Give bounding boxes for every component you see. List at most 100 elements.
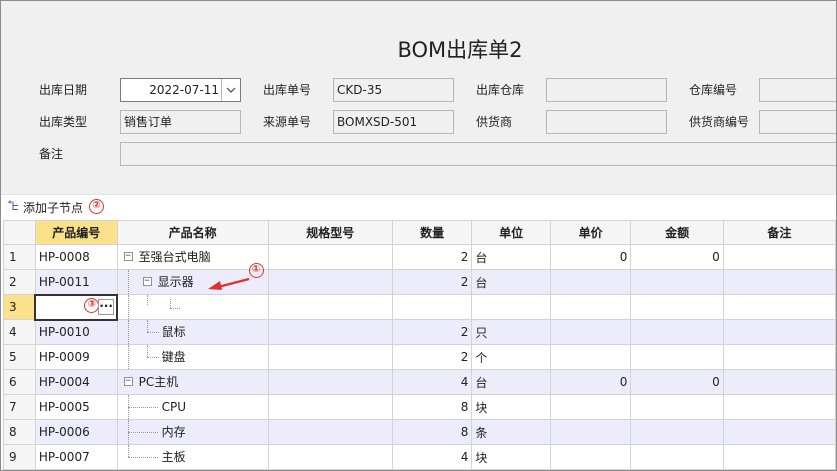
- cell-remark[interactable]: [722, 394, 836, 420]
- column-header-name[interactable]: 产品名称: [116, 220, 269, 245]
- supplier-field[interactable]: [546, 110, 667, 134]
- cell-price[interactable]: [549, 419, 632, 445]
- cell-spec[interactable]: [267, 244, 393, 270]
- table-row[interactable]: 2 HP-0011 − 显示器 ① 2 台: [3, 263, 836, 295]
- column-header-unit[interactable]: 单位: [471, 220, 551, 245]
- cell-remark[interactable]: [722, 444, 836, 470]
- cell-code[interactable]: HP-0007: [34, 444, 118, 470]
- cell-name[interactable]: − PC主机: [116, 369, 269, 395]
- table-row[interactable]: 8 HP-0006 内存 8 条: [3, 419, 836, 445]
- lookup-ellipsis-button[interactable]: ···: [98, 298, 115, 315]
- cell-amount[interactable]: 0: [630, 244, 724, 270]
- cell-name[interactable]: − 显示器: [116, 269, 269, 295]
- row-number[interactable]: 2: [3, 269, 36, 295]
- cell-name[interactable]: 主板: [116, 444, 269, 470]
- add-child-node-button[interactable]: 添加子节点: [7, 199, 83, 215]
- source-no-field[interactable]: BOMXSD-501: [333, 110, 454, 134]
- cell-unit[interactable]: 块: [471, 394, 551, 420]
- cell-code[interactable]: HP-0006: [34, 419, 118, 445]
- cell-price[interactable]: 0: [549, 369, 632, 395]
- cell-name[interactable]: CPU: [116, 394, 269, 420]
- chevron-down-icon[interactable]: [221, 79, 240, 101]
- warehouse-no-field[interactable]: [759, 78, 836, 102]
- cell-price[interactable]: [549, 344, 632, 370]
- row-number[interactable]: 8: [3, 419, 36, 445]
- row-number[interactable]: 6: [3, 369, 36, 395]
- cell-qty[interactable]: 2: [391, 319, 473, 345]
- cell-spec[interactable]: [267, 369, 393, 395]
- column-header-price[interactable]: 单价: [549, 220, 632, 245]
- cell-qty[interactable]: 2: [391, 269, 473, 295]
- row-number[interactable]: 7: [3, 394, 36, 420]
- cell-name[interactable]: − 至强台式电脑: [116, 244, 269, 270]
- column-header-qty[interactable]: 数量: [391, 220, 473, 245]
- cell-qty[interactable]: 4: [391, 369, 473, 395]
- cell-price[interactable]: [549, 444, 632, 470]
- column-header-amount[interactable]: 金额: [630, 220, 724, 245]
- row-number[interactable]: 9: [3, 444, 36, 470]
- table-row[interactable]: 6 HP-0004 − PC主机 4 台 0 0: [3, 369, 836, 395]
- cell-remark[interactable]: [722, 269, 836, 295]
- cell-code[interactable]: HP-0011: [34, 269, 118, 295]
- table-row[interactable]: 7 HP-0005 CPU 8 块: [3, 394, 836, 420]
- cell-remark[interactable]: [722, 319, 836, 345]
- cell-remark[interactable]: [722, 294, 836, 320]
- cell-code-editing[interactable]: ③ ···: [34, 293, 119, 321]
- cell-qty[interactable]: [391, 294, 473, 320]
- cell-spec[interactable]: ①: [248, 263, 393, 295]
- cell-qty[interactable]: 2: [391, 344, 473, 370]
- cell-unit[interactable]: [471, 294, 551, 320]
- cell-code[interactable]: HP-0008: [34, 244, 118, 270]
- cell-amount[interactable]: [630, 419, 724, 445]
- cell-price[interactable]: [549, 319, 632, 345]
- cell-spec[interactable]: [267, 394, 393, 420]
- cell-remark[interactable]: [722, 344, 836, 370]
- cell-code[interactable]: HP-0004: [34, 369, 118, 395]
- cell-price[interactable]: [549, 269, 632, 295]
- cell-spec[interactable]: [267, 344, 393, 370]
- cell-remark[interactable]: [722, 369, 836, 395]
- cell-remark[interactable]: [722, 244, 836, 270]
- cell-qty[interactable]: 8: [391, 419, 473, 445]
- cell-code[interactable]: HP-0005: [34, 394, 118, 420]
- cell-price[interactable]: 0: [549, 244, 632, 270]
- row-number[interactable]: 3: [3, 294, 36, 320]
- cell-name[interactable]: [116, 294, 269, 320]
- row-number[interactable]: 5: [3, 344, 36, 370]
- table-row[interactable]: 9 HP-0007 主板 4 块: [3, 444, 836, 470]
- cell-code[interactable]: HP-0009: [34, 344, 118, 370]
- row-number[interactable]: 1: [3, 244, 36, 270]
- table-row[interactable]: 5 HP-0009 键盘 2 个: [3, 344, 836, 370]
- cell-name[interactable]: 内存: [116, 419, 269, 445]
- cell-amount[interactable]: [630, 269, 724, 295]
- cell-unit[interactable]: 块: [471, 444, 551, 470]
- column-header-spec[interactable]: 规格型号: [267, 220, 393, 245]
- table-row[interactable]: 1 HP-0008 − 至强台式电脑 2 台 0 0: [3, 244, 836, 270]
- out-no-field[interactable]: CKD-35: [333, 78, 454, 102]
- supplier-no-field[interactable]: [759, 110, 836, 134]
- table-row[interactable]: 4 HP-0010 鼠标 2 只: [3, 319, 836, 345]
- row-number[interactable]: 4: [3, 319, 36, 345]
- cell-amount[interactable]: [630, 394, 724, 420]
- cell-qty[interactable]: 8: [391, 394, 473, 420]
- table-row-active[interactable]: 3 ③ ···: [3, 293, 836, 321]
- collapse-icon[interactable]: −: [123, 377, 133, 386]
- cell-price[interactable]: [549, 394, 632, 420]
- warehouse-field[interactable]: [546, 78, 667, 102]
- cell-amount[interactable]: 0: [630, 369, 724, 395]
- cell-unit[interactable]: 条: [471, 419, 551, 445]
- remark-field[interactable]: [120, 142, 836, 166]
- cell-code[interactable]: HP-0010: [34, 319, 118, 345]
- column-header-remark[interactable]: 备注: [722, 220, 836, 245]
- out-type-field[interactable]: 销售订单: [120, 110, 241, 134]
- column-header-code[interactable]: 产品编号: [34, 220, 118, 245]
- cell-amount[interactable]: [630, 319, 724, 345]
- collapse-icon[interactable]: −: [123, 252, 133, 261]
- collapse-icon[interactable]: −: [142, 277, 152, 286]
- out-date-picker[interactable]: 2022-07-11: [120, 78, 241, 102]
- cell-amount[interactable]: [630, 294, 724, 320]
- cell-spec[interactable]: [267, 319, 393, 345]
- cell-remark[interactable]: [722, 419, 836, 445]
- cell-unit[interactable]: 个: [471, 344, 551, 370]
- cell-spec[interactable]: [267, 294, 393, 320]
